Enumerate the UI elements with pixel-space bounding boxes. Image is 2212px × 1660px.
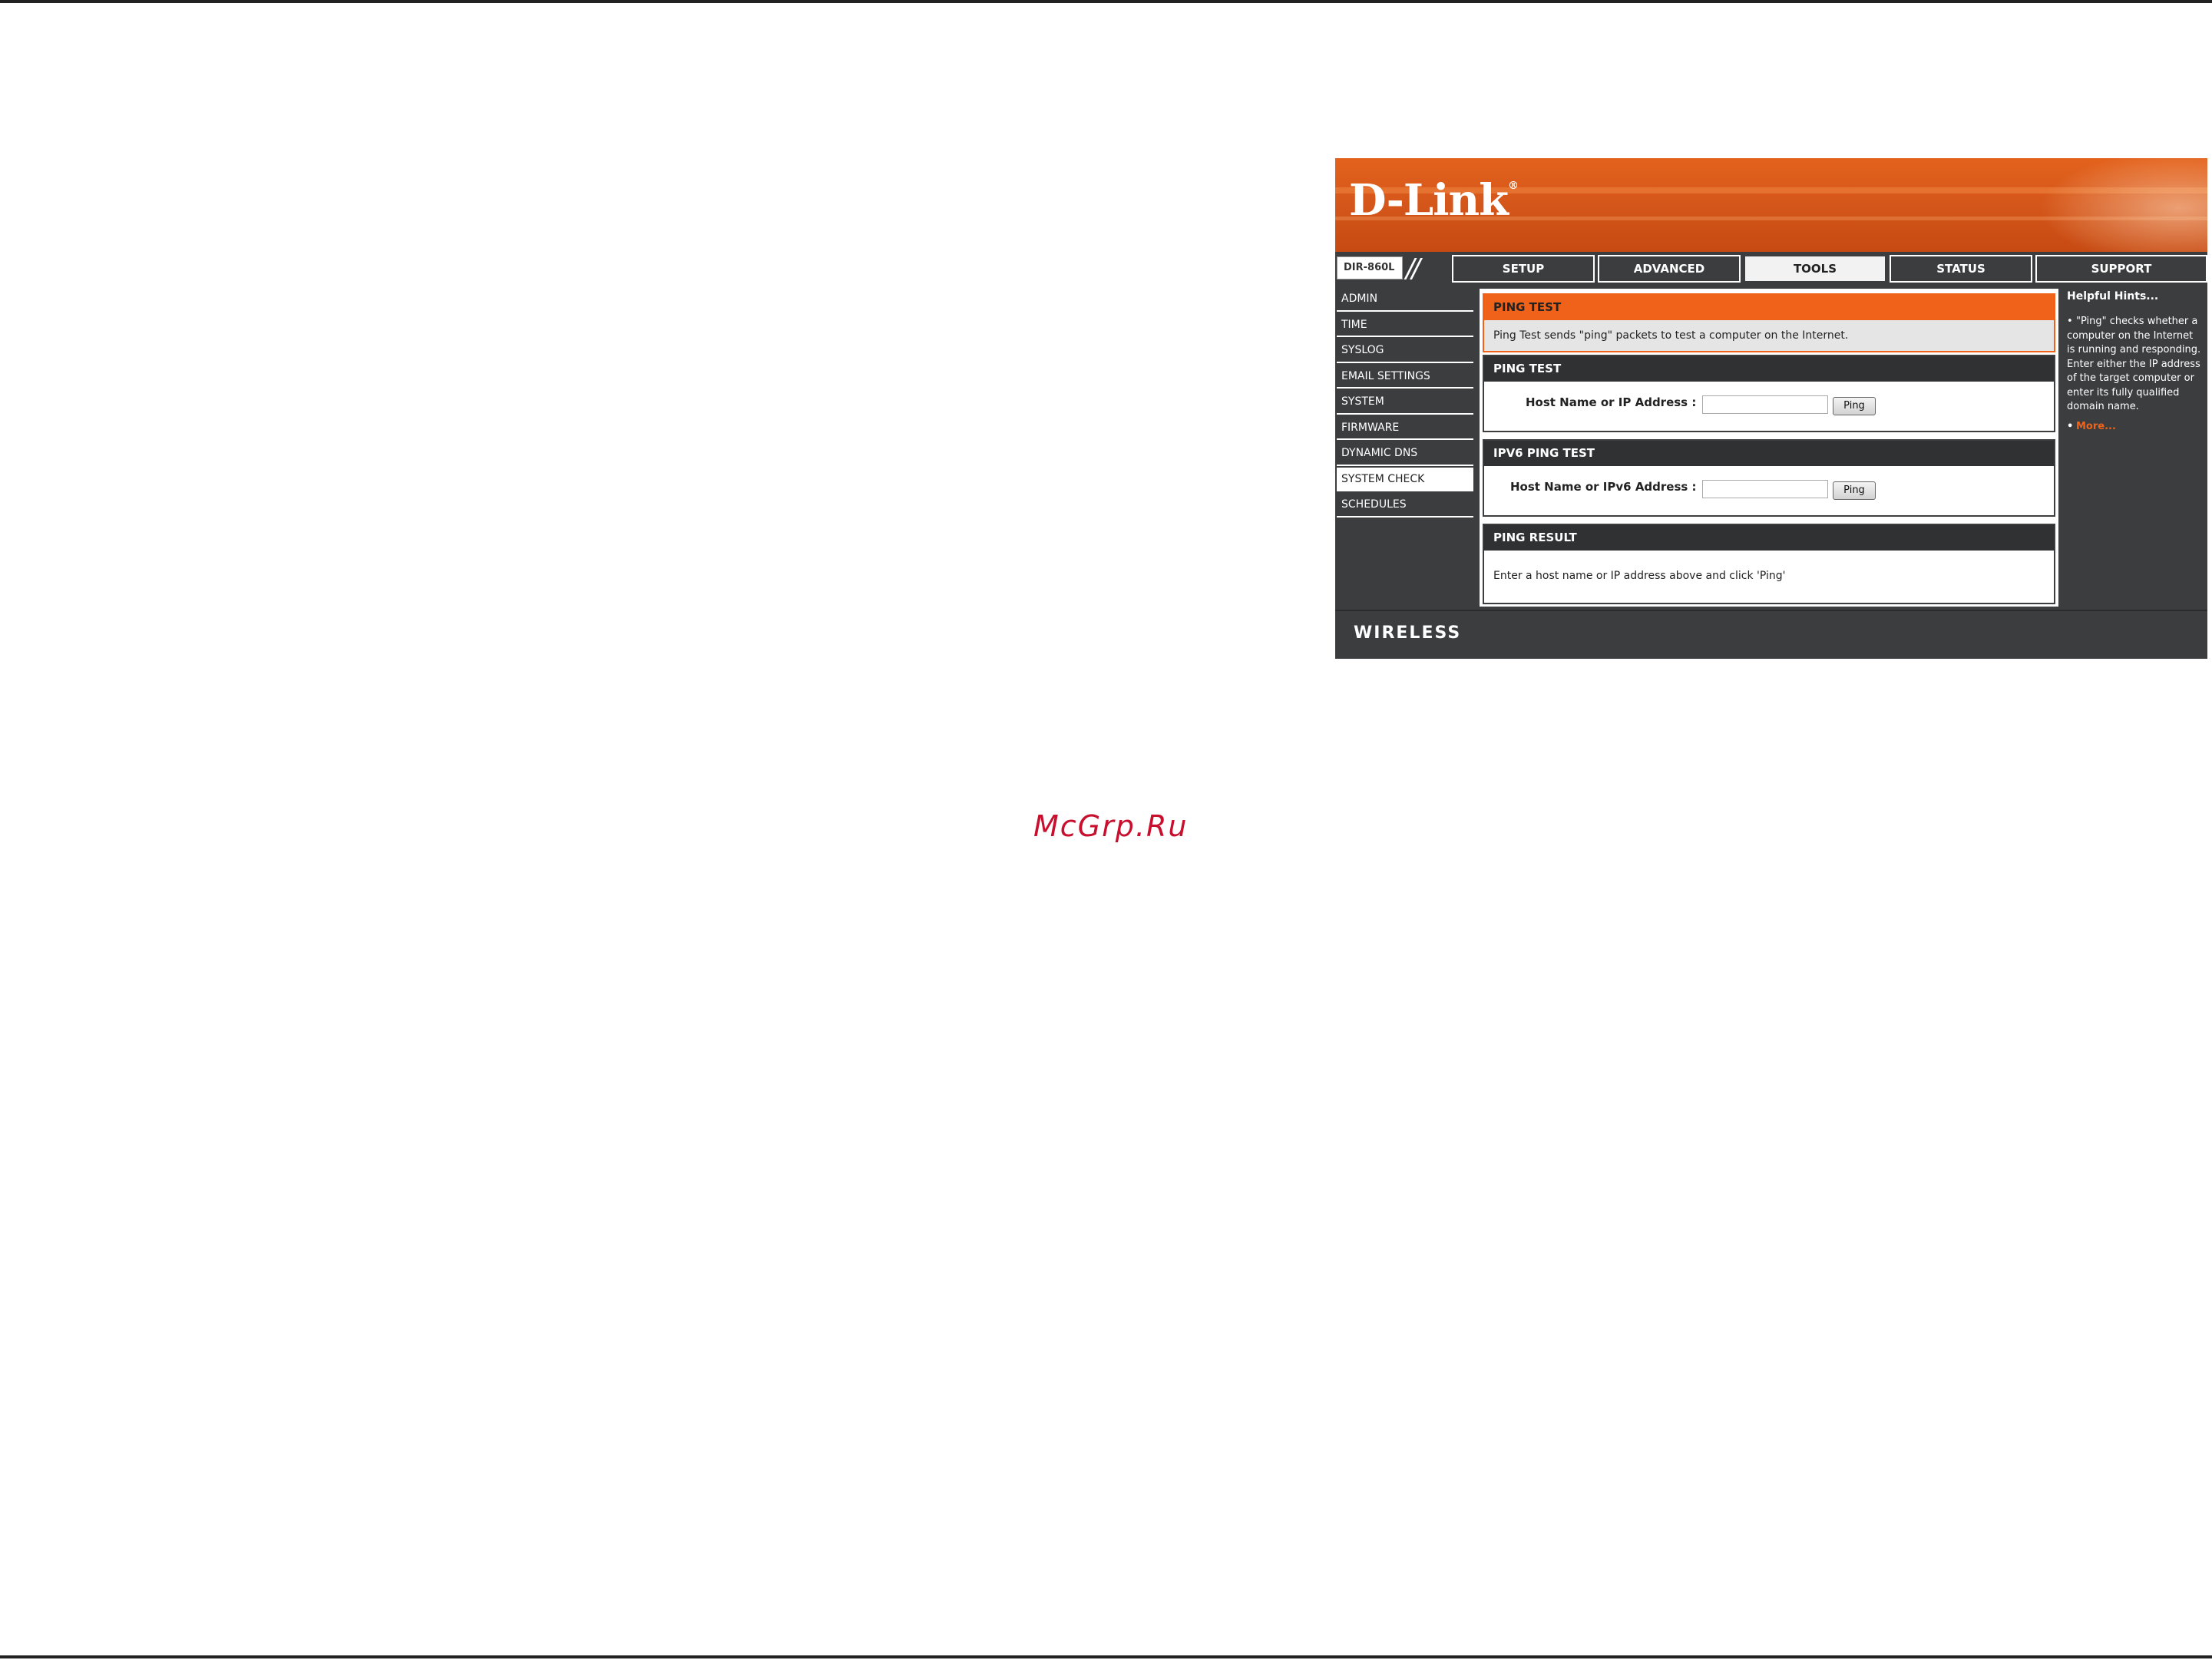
- sidebar-item-dynamic-dns[interactable]: DYNAMIC DNS: [1337, 441, 1473, 466]
- banner-swoosh: [2038, 158, 2207, 252]
- ipv6-host-label: Host Name or IPv6 Address :: [1510, 480, 1697, 494]
- ping-button[interactable]: Ping: [1833, 397, 1876, 415]
- model-badge: DIR-860L: [1337, 256, 1403, 279]
- logo-text: D-Link: [1349, 175, 1509, 226]
- bullet-icon: •: [2067, 316, 2073, 327]
- section-title: PING RESULT: [1484, 525, 2054, 551]
- sidebar-item-system[interactable]: SYSTEM: [1337, 390, 1473, 415]
- ipv6-host-input[interactable]: [1702, 480, 1828, 498]
- tab-advanced[interactable]: ADVANCED: [1598, 255, 1741, 283]
- divider-slashes-icon: //: [1406, 253, 1420, 284]
- header-banner: D-Link®: [1335, 158, 2207, 252]
- page-bottom-rule: [0, 1655, 2212, 1658]
- ping-host-input[interactable]: [1702, 395, 1828, 414]
- section-title: PING TEST: [1484, 356, 2054, 382]
- section-title: IPV6 PING TEST: [1484, 441, 2054, 466]
- top-navigation: DIR-860L // SETUP ADVANCED TOOLS STATUS …: [1335, 252, 2207, 287]
- intro-description: Ping Test sends "ping" packets to test a…: [1484, 320, 2054, 351]
- bullet-icon: •: [2067, 420, 2074, 432]
- ping-result-section: PING RESULT Enter a host name or IP addr…: [1483, 524, 2055, 604]
- sidebar-item-firmware[interactable]: FIRMWARE: [1337, 416, 1473, 440]
- registered-mark: ®: [1508, 180, 1519, 192]
- wireless-logo: WIRELESS: [1354, 623, 1462, 643]
- section-title: PING TEST: [1484, 295, 2054, 320]
- sidebar-item-syslog[interactable]: SYSLOG: [1337, 339, 1473, 363]
- sidebar-item-admin[interactable]: ADMIN: [1337, 287, 1473, 312]
- sidebar: ADMIN TIME SYSLOG EMAIL SETTINGS SYSTEM …: [1337, 287, 1473, 610]
- page-top-rule: [0, 0, 2212, 3]
- sidebar-item-email-settings[interactable]: EMAIL SETTINGS: [1337, 365, 1473, 389]
- watermark: McGrp.Ru: [1033, 809, 1189, 843]
- main-content: PING TEST Ping Test sends "ping" packets…: [1480, 289, 2058, 607]
- helpful-hints-panel: Helpful Hints... • "Ping" checks whether …: [2063, 287, 2207, 610]
- tab-support[interactable]: SUPPORT: [2035, 255, 2207, 283]
- tab-status[interactable]: STATUS: [1890, 255, 2032, 283]
- intro-section: PING TEST Ping Test sends "ping" packets…: [1483, 293, 2055, 352]
- ipv6-ping-button[interactable]: Ping: [1833, 481, 1876, 500]
- sidebar-item-schedules[interactable]: SCHEDULES: [1337, 493, 1473, 518]
- ipv6-ping-test-section: IPV6 PING TEST Host Name or IPv6 Address…: [1483, 439, 2055, 517]
- sidebar-item-time[interactable]: TIME: [1337, 313, 1473, 337]
- ping-result-text: Enter a host name or IP address above an…: [1493, 570, 1786, 582]
- ping-host-label: Host Name or IP Address :: [1526, 395, 1697, 409]
- hints-text: • "Ping" checks whether a computer on the…: [2063, 303, 2207, 415]
- tab-tools[interactable]: TOOLS: [1744, 255, 1886, 283]
- router-admin-window: D-Link® DIR-860L // SETUP ADVANCED TOOLS…: [1335, 158, 2207, 659]
- more-link-text[interactable]: More...: [2076, 421, 2116, 432]
- tab-setup[interactable]: SETUP: [1452, 255, 1595, 283]
- dlink-logo: D-Link®: [1349, 175, 1519, 226]
- ipv6-host-row: Host Name or IPv6 Address : Ping: [1484, 466, 2054, 515]
- ping-test-section: PING TEST Host Name or IP Address : Ping: [1483, 355, 2055, 432]
- hints-title: Helpful Hints...: [2067, 290, 2159, 303]
- hints-body-text: "Ping" checks whether a computer on the …: [2067, 316, 2201, 412]
- more-link[interactable]: • More...: [2063, 415, 2207, 432]
- footer-bar: WIRELESS: [1335, 610, 2207, 659]
- ping-host-row: Host Name or IP Address : Ping: [1484, 382, 2054, 431]
- sidebar-item-system-check[interactable]: SYSTEM CHECK: [1337, 467, 1473, 491]
